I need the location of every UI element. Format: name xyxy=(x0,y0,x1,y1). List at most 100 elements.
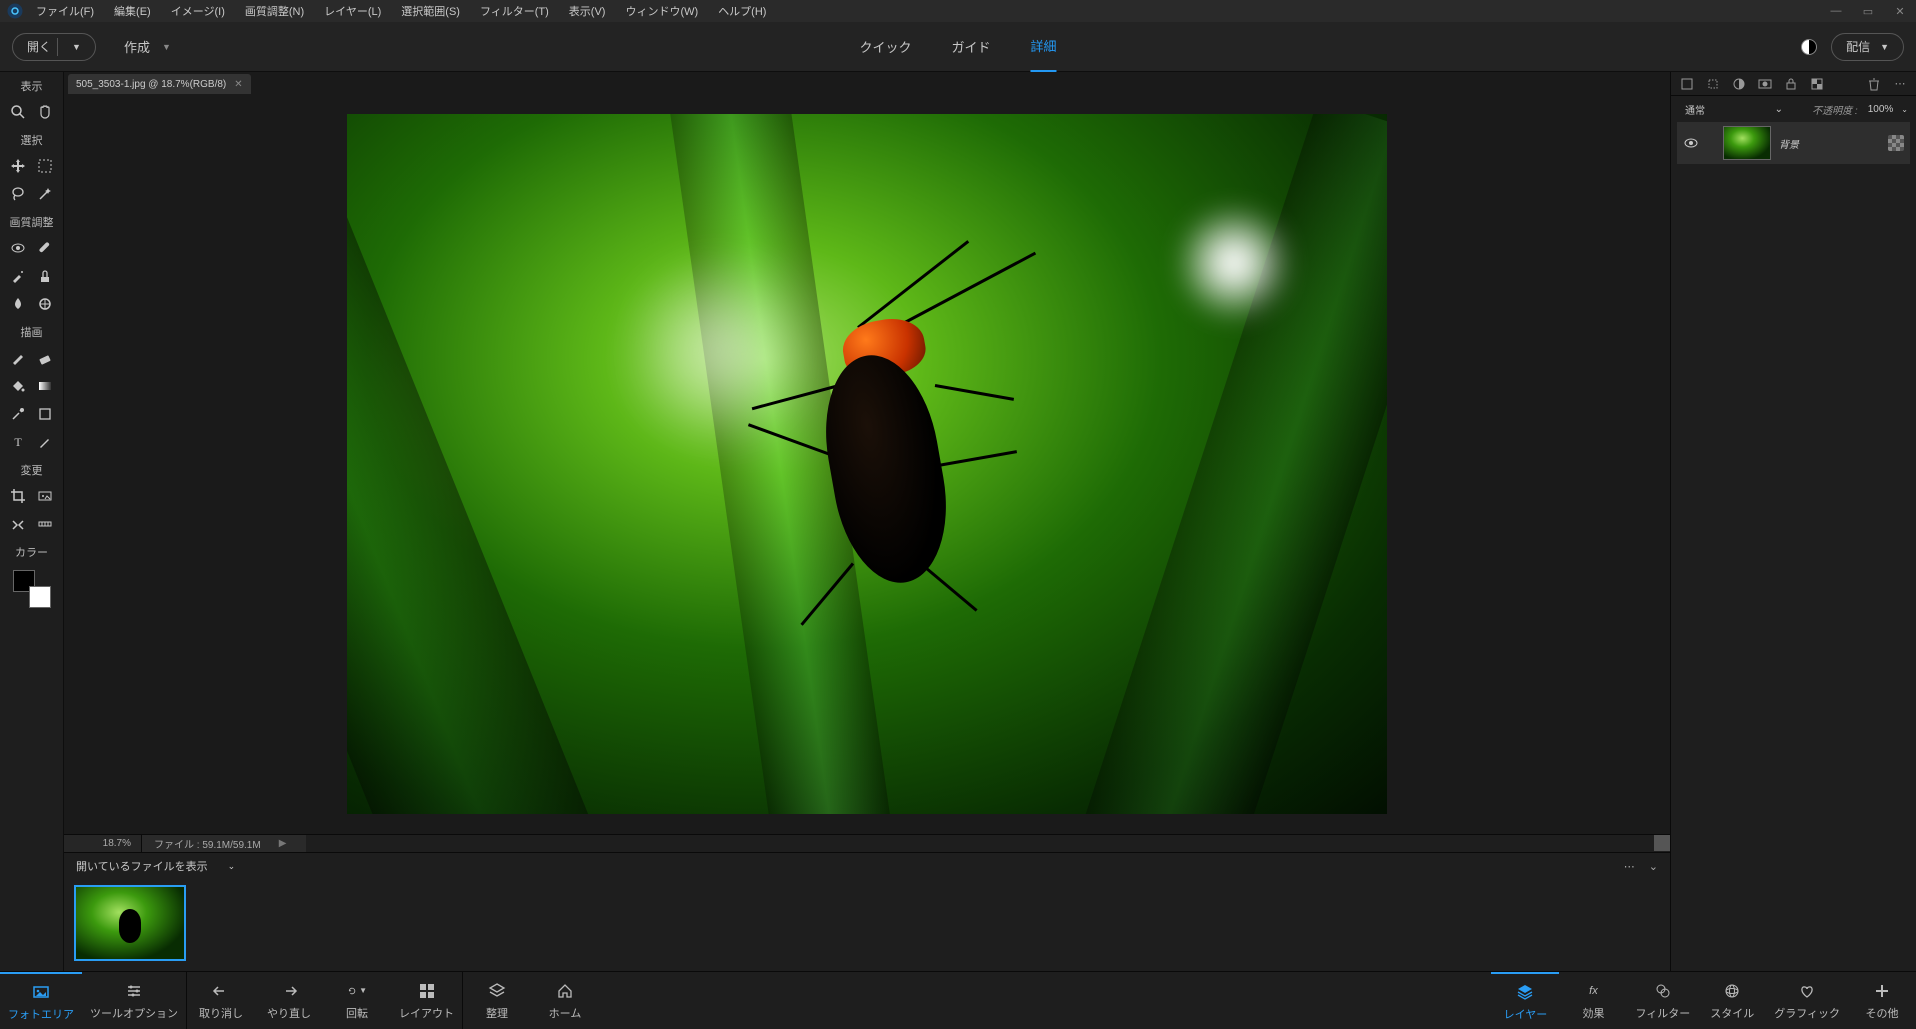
close-icon[interactable]: ✕ xyxy=(234,79,242,90)
document-tab[interactable]: 505_3503-1.jpg @ 18.7%(RGB/8) ✕ xyxy=(68,74,251,94)
color-swatches[interactable] xyxy=(13,570,51,608)
layers-tab-button[interactable]: レイヤー xyxy=(1491,972,1559,1029)
opacity-value[interactable]: 100% xyxy=(1868,104,1894,115)
tab-guided[interactable]: ガイド xyxy=(951,22,990,72)
blur-tool[interactable] xyxy=(6,292,30,316)
sponge-tool[interactable] xyxy=(33,292,57,316)
layer-row[interactable]: 背景 xyxy=(1677,122,1910,164)
move-tool[interactable] xyxy=(6,154,30,178)
menu-edit[interactable]: 編集(E) xyxy=(104,0,161,22)
window-minimize-button[interactable]: — xyxy=(1820,0,1852,22)
zoom-tool[interactable] xyxy=(6,100,30,124)
menu-select[interactable]: 選択範囲(S) xyxy=(391,0,470,22)
type-tool[interactable]: T xyxy=(6,430,30,454)
heart-icon xyxy=(1797,981,1817,1001)
tab-quick[interactable]: クイック xyxy=(859,22,911,72)
pencil-tool[interactable] xyxy=(33,430,57,454)
background-color[interactable] xyxy=(29,586,51,608)
lock-transparency-icon[interactable] xyxy=(1809,76,1825,92)
smart-brush-tool[interactable] xyxy=(6,264,30,288)
hand-tool[interactable] xyxy=(33,100,57,124)
eraser-tool[interactable] xyxy=(33,346,57,370)
chevron-down-icon: ▼ xyxy=(72,42,81,52)
paint-bucket-tool[interactable] xyxy=(6,374,30,398)
create-label: 作成 xyxy=(124,37,150,56)
tab-expert[interactable]: 詳細 xyxy=(1031,22,1057,72)
layer-blend-row: 通常 ⌄ 不透明度 : 100% ⌄ xyxy=(1671,96,1916,122)
home-button[interactable]: ホーム xyxy=(531,972,599,1029)
red-eye-tool[interactable] xyxy=(6,236,30,260)
redo-button[interactable]: やり直し xyxy=(255,972,323,1029)
lock-layer-icon[interactable] xyxy=(1783,76,1799,92)
filters-tab-button[interactable]: フィルター xyxy=(1627,972,1698,1029)
layer-lock-icon[interactable] xyxy=(1888,135,1904,151)
eyedropper-tool[interactable] xyxy=(6,402,30,426)
menu-enhance[interactable]: 画質調整(N) xyxy=(235,0,314,22)
more-tab-button[interactable]: その他 xyxy=(1848,972,1916,1029)
spot-heal-tool[interactable] xyxy=(33,236,57,260)
photo-area-button[interactable]: フォトエリア xyxy=(0,972,82,1029)
layer-thumbnail[interactable] xyxy=(1723,126,1771,160)
recompose-tool[interactable] xyxy=(33,484,57,508)
magic-wand-tool[interactable] xyxy=(33,182,57,206)
rotate-button[interactable]: ▼ 回転 xyxy=(323,972,391,1029)
contrast-toggle-icon[interactable] xyxy=(1801,39,1817,55)
menu-filter[interactable]: フィルター(T) xyxy=(470,0,559,22)
marquee-tool[interactable] xyxy=(33,154,57,178)
menu-layer[interactable]: レイヤー(L) xyxy=(314,0,391,22)
layer-mask-icon[interactable] xyxy=(1757,76,1773,92)
menu-window[interactable]: ウィンドウ(W) xyxy=(615,0,708,22)
new-group-icon[interactable] xyxy=(1705,76,1721,92)
layout-button[interactable]: レイアウト xyxy=(391,972,462,1029)
panel-menu-icon[interactable]: ⋯ xyxy=(1892,76,1908,92)
fx-icon: fx xyxy=(1583,981,1603,1001)
effects-tab-button[interactable]: fx 効果 xyxy=(1559,972,1627,1029)
visibility-toggle-icon[interactable] xyxy=(1683,135,1699,151)
brush-tool[interactable] xyxy=(6,346,30,370)
create-button[interactable]: 作成 ▼ xyxy=(124,37,171,56)
menu-file[interactable]: ファイル(F) xyxy=(26,0,104,22)
document-tabs: 505_3503-1.jpg @ 18.7%(RGB/8) ✕ xyxy=(64,72,1670,94)
layer-name[interactable]: 背景 xyxy=(1779,136,1799,151)
crop-tool[interactable] xyxy=(6,484,30,508)
status-zoom[interactable]: 18.7% xyxy=(64,835,142,852)
plus-icon xyxy=(1872,981,1892,1001)
clone-stamp-tool[interactable] xyxy=(33,264,57,288)
app-icon xyxy=(4,0,26,22)
layers-icon xyxy=(1515,982,1535,1002)
distribute-button[interactable]: 配信 ▼ xyxy=(1831,33,1904,61)
bottom-toolbar: フォトエリア ツールオプション 取り消し やり直し ▼ 回転 レイアウト 整理 xyxy=(0,971,1916,1029)
new-layer-icon[interactable] xyxy=(1679,76,1695,92)
canvas-viewport[interactable] xyxy=(64,94,1670,834)
shape-tool[interactable] xyxy=(33,402,57,426)
adjustment-layer-icon[interactable] xyxy=(1731,76,1747,92)
photo-bin-title: 開いているファイルを表示 xyxy=(76,858,208,874)
content-aware-move-tool[interactable] xyxy=(6,512,30,536)
sphere-icon xyxy=(1722,981,1742,1001)
delete-layer-icon[interactable] xyxy=(1866,76,1882,92)
stack-icon xyxy=(487,981,507,1001)
graphics-tab-button[interactable]: グラフィック xyxy=(1766,972,1848,1029)
open-button[interactable]: 開く ▼ xyxy=(12,33,96,61)
blend-mode-select[interactable]: 通常 ⌄ xyxy=(1679,99,1789,119)
undo-button[interactable]: 取り消し xyxy=(187,972,255,1029)
chevron-down-icon[interactable]: ⌄ xyxy=(228,861,236,872)
menu-image[interactable]: イメージ(I) xyxy=(161,0,235,22)
chevron-down-icon[interactable]: ⌄ xyxy=(1649,860,1658,873)
filter-rings-icon xyxy=(1653,981,1673,1001)
status-file-info[interactable]: ファイル : 59.1M/59.1M ▶ xyxy=(142,835,306,852)
tool-options-button[interactable]: ツールオプション xyxy=(82,972,186,1029)
styles-tab-button[interactable]: スタイル xyxy=(1698,972,1766,1029)
organize-button[interactable]: 整理 xyxy=(463,972,531,1029)
menu-view[interactable]: 表示(V) xyxy=(559,0,616,22)
chevron-down-icon[interactable]: ⌄ xyxy=(1901,105,1908,114)
menu-help[interactable]: ヘルプ(H) xyxy=(708,0,776,22)
photo-bin-thumbnail[interactable] xyxy=(74,885,186,961)
window-close-button[interactable]: ✕ xyxy=(1884,0,1916,22)
gradient-tool[interactable] xyxy=(33,374,57,398)
more-icon[interactable]: ⋯ xyxy=(1624,860,1635,873)
chevron-right-icon: ▶ xyxy=(279,838,287,849)
lasso-tool[interactable] xyxy=(6,182,30,206)
window-restore-button[interactable]: ▭ xyxy=(1852,0,1884,22)
straighten-tool[interactable] xyxy=(33,512,57,536)
